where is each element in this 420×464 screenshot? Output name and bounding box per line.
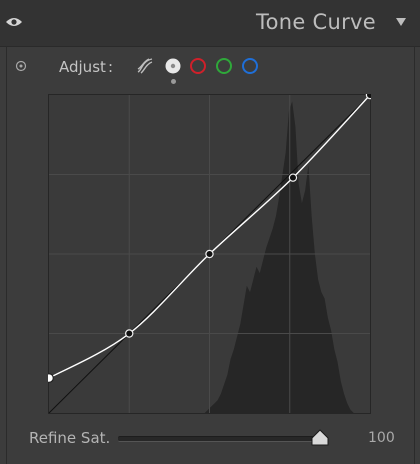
curve-control-point[interactable] <box>125 329 134 338</box>
adjust-label: Adjust <box>59 58 106 76</box>
panel-title: Tone Curve <box>256 10 376 34</box>
refine-saturation-slider[interactable] <box>118 436 320 442</box>
point-curve-icon[interactable] <box>164 57 182 75</box>
curve-control-point[interactable] <box>288 173 298 182</box>
triangle-down-icon[interactable] <box>396 18 406 26</box>
curve-control-point[interactable] <box>205 249 214 259</box>
green-channel-icon[interactable] <box>215 57 233 75</box>
parametric-curve-icon[interactable] <box>136 57 154 75</box>
selected-channel-indicator <box>171 79 176 84</box>
red-channel-icon[interactable] <box>189 57 207 75</box>
panel-header[interactable]: Tone Curve <box>0 0 420 47</box>
refine-saturation-label: Refine Sat. <box>29 429 111 447</box>
refine-saturation-value[interactable]: 100 <box>368 430 395 446</box>
blue-channel-icon[interactable] <box>241 57 259 75</box>
target-adjust-icon[interactable] <box>15 60 27 72</box>
adjust-colon: : <box>108 58 114 76</box>
curve-control-point[interactable] <box>48 373 54 383</box>
slider-thumb[interactable] <box>310 429 330 447</box>
curve-control-point[interactable] <box>365 94 371 100</box>
eye-icon[interactable] <box>5 16 23 28</box>
tone-curve-panel: Tone Curve Adjust : Refine Sat. 100 <box>0 0 420 464</box>
tone-curve-graph[interactable] <box>48 94 371 414</box>
